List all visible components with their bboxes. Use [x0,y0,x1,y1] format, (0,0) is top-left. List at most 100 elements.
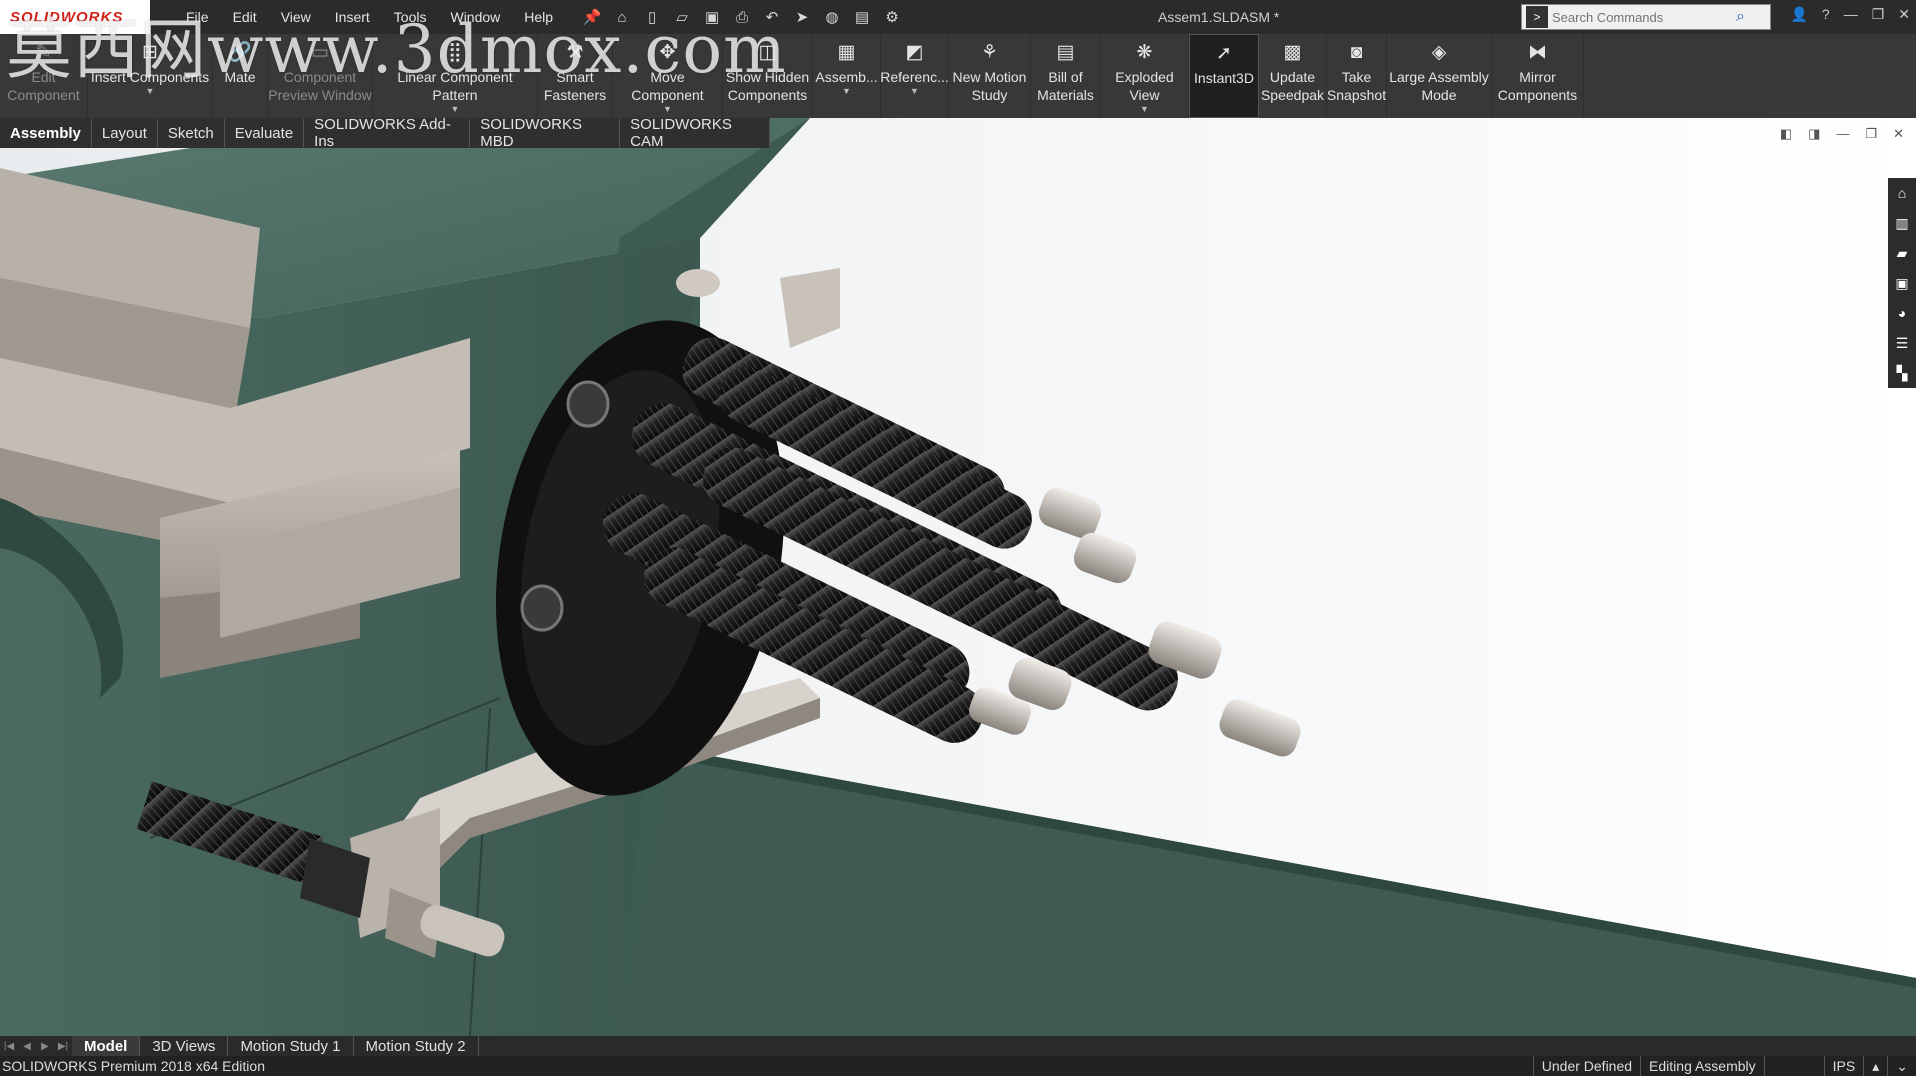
print-icon[interactable]: ⎙ [731,6,753,28]
prev-tab-icon[interactable]: ◀ [18,1037,36,1055]
chevron-down-icon[interactable]: ▼ [910,86,919,96]
tab-evaluate[interactable]: Evaluate [225,119,305,147]
reference-geometry-button[interactable]: ◩ Referenc... ▼ [880,34,949,118]
home-icon[interactable]: ⌂ [1893,184,1911,202]
menu-file[interactable]: File [174,9,221,25]
chevron-down-icon[interactable]: ▼ [451,104,460,114]
tab-model[interactable]: Model [72,1036,141,1056]
rod-tip [1219,699,1301,757]
open-icon[interactable]: ▱ [671,6,693,28]
assembly-features-icon: ▦ [837,42,856,63]
minimize-view-icon[interactable]: — [1836,126,1849,142]
assembly-features-label: Assemb... [815,69,878,85]
options-gear-icon[interactable]: ⚙ [881,6,903,28]
minimize-icon[interactable]: — [1844,6,1858,23]
tab-sketch[interactable]: Sketch [158,119,225,147]
menu-edit[interactable]: Edit [221,9,269,25]
expand-icon[interactable]: ⌄ [1887,1056,1916,1076]
menu-help[interactable]: Help [512,9,565,25]
chevron-up-icon[interactable]: ▴ [1863,1056,1887,1076]
resources-icon[interactable]: ▥ [1893,214,1911,232]
exploded-view-button[interactable]: ❋ Exploded View ▼ [1101,34,1189,118]
tab-motion-study-1[interactable]: Motion Study 1 [228,1036,354,1056]
mate-label: Mate [224,69,256,85]
file-explorer-icon[interactable]: ▣ [1893,274,1911,292]
chevron-down-icon[interactable]: ▼ [1140,104,1149,114]
menu-tools[interactable]: Tools [382,9,439,25]
custom-properties-icon[interactable]: ☰ [1893,334,1911,352]
menu-insert[interactable]: Insert [323,9,382,25]
last-tab-icon[interactable]: ▶| [54,1037,72,1055]
linear-pattern-button[interactable]: ⣿ Linear Component Pattern ▼ [373,34,538,118]
tab-mbd[interactable]: SOLIDWORKS MBD [470,116,621,150]
units-selector[interactable]: IPS [1823,1056,1864,1076]
file-properties-icon[interactable]: ▤ [851,6,873,28]
graphics-area[interactable] [0,118,1916,1036]
chevron-down-icon[interactable]: ▼ [663,104,672,114]
tab-assembly[interactable]: Assembly [0,119,92,147]
save-icon[interactable]: ▣ [701,6,723,28]
help-icon[interactable]: ? [1822,6,1830,23]
restore-view-icon[interactable]: ❐ [1865,126,1877,142]
traffic-light-icon[interactable]: ◍ [821,6,843,28]
chevron-down-icon[interactable]: ▼ [146,86,155,96]
close-icon[interactable]: ✕ [1898,6,1910,23]
user-icon[interactable]: 👤 [1790,6,1807,23]
window-controls: 👤 ? — ❐ ✕ [1790,6,1910,23]
bill-of-materials-button[interactable]: ▤ Bill of Materials [1031,34,1101,118]
mate-button[interactable]: 🔗 Mate [213,34,268,118]
search-icon[interactable]: ⌕ [1736,8,1745,26]
pin-icon[interactable]: 📌 [581,6,603,28]
smart-fasteners-label: Smart Fasteners [543,69,607,103]
menu-window[interactable]: Window [438,9,512,25]
first-tab-icon[interactable]: |◀ [0,1037,18,1055]
tab-cam[interactable]: SOLIDWORKS CAM [620,116,771,150]
mirror-components-button[interactable]: ⧓ Mirror Components [1492,34,1584,118]
update-speedpak-label: Update Speedpak [1260,69,1325,103]
assembly-model-render[interactable] [0,118,1916,1036]
home-icon[interactable]: ⌂ [611,6,633,28]
restore-icon[interactable]: ❐ [1872,6,1885,23]
show-hidden-button[interactable]: ◫ Show Hidden Components [723,34,813,118]
assembly-features-button[interactable]: ▦ Assemb... ▼ [813,34,881,118]
new-motion-study-label: New Motion Study [952,69,1027,103]
search-input[interactable] [1552,9,1732,25]
tab-3d-views[interactable]: 3D Views [140,1036,229,1056]
edition-text: SOLIDWORKS Premium 2018 x64 Edition [2,1058,265,1074]
linear-pattern-icon: ⣿ [448,42,462,63]
forum-icon[interactable]: ▚ [1893,364,1911,382]
expand-view-icon[interactable]: ◨ [1808,126,1820,142]
take-snapshot-button[interactable]: ◙ Take Snapshot [1327,34,1387,118]
tab-layout[interactable]: Layout [92,119,158,147]
bill-of-materials-label: Bill of Materials [1037,69,1094,103]
next-tab-icon[interactable]: ▶ [36,1037,54,1055]
component-preview-button[interactable]: ▭ Component Preview Window [268,34,373,118]
new-document-icon[interactable]: ▯ [641,6,663,28]
split-view-icon[interactable]: ◧ [1780,126,1792,142]
design-library-icon[interactable]: ▰ [1893,244,1911,262]
base-plate [500,728,1916,1036]
appearances-icon[interactable]: ◕ [1893,304,1911,322]
edit-component-button[interactable]: ✎ Edit Component [0,34,88,118]
select-cursor-icon[interactable]: ➤ [791,6,813,28]
insert-components-button[interactable]: ⊞ Insert Components ▼ [88,34,213,118]
menu-view[interactable]: View [269,9,323,25]
move-component-button[interactable]: ✥ Move Component ▼ [613,34,723,118]
editing-mode-status: Editing Assembly [1640,1056,1764,1076]
update-speedpak-button[interactable]: ▩ Update Speedpak [1259,34,1327,118]
mirror-icon: ⧓ [1528,42,1547,63]
large-assembly-mode-button[interactable]: ◈ Large Assembly Mode [1387,34,1492,118]
instant3d-button[interactable]: ➚ Instant3D [1189,34,1259,118]
chevron-down-icon[interactable]: ▼ [842,86,851,96]
tab-addins[interactable]: SOLIDWORKS Add-Ins [304,116,471,150]
undo-icon[interactable]: ↶ [761,6,783,28]
search-commands[interactable]: > ⌕ [1521,4,1771,30]
solidworks-window: SOLIDWORKS File Edit View Insert Tools W… [0,0,1916,1076]
close-view-icon[interactable]: ✕ [1893,126,1904,142]
tab-motion-study-2[interactable]: Motion Study 2 [354,1036,479,1056]
new-motion-study-button[interactable]: ⚘ New Motion Study [949,34,1031,118]
solidworks-logo[interactable]: SOLIDWORKS [0,0,150,34]
definition-status: Under Defined [1532,1056,1640,1076]
status-bar: SOLIDWORKS Premium 2018 x64 Edition Unde… [0,1056,1916,1076]
smart-fasteners-button[interactable]: ⚒ Smart Fasteners [538,34,613,118]
